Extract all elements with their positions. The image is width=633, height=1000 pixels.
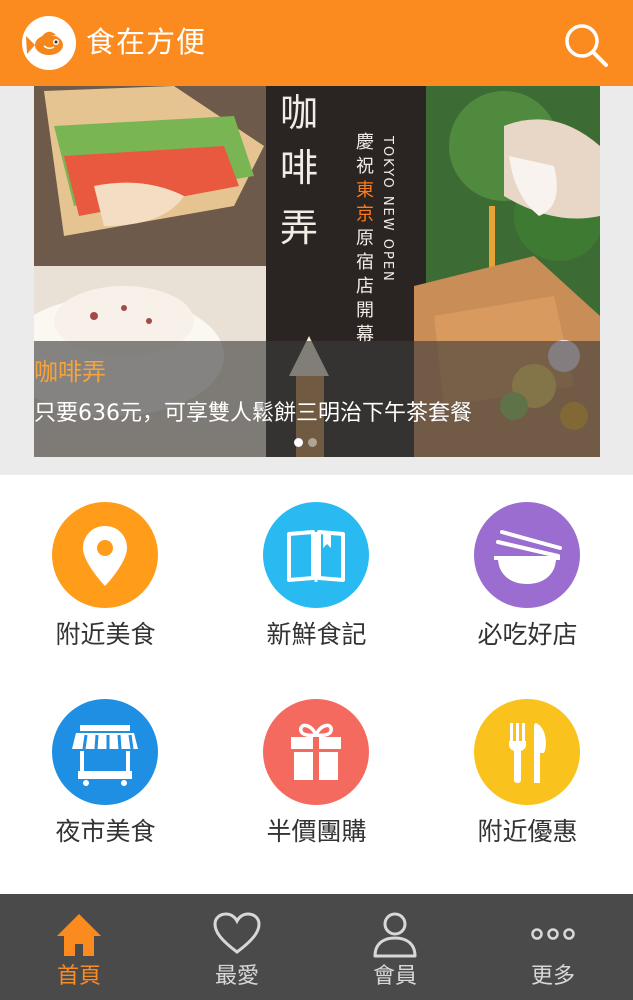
svg-text:開: 開 (356, 300, 374, 321)
banner-brand-text: 咖 (280, 91, 318, 135)
market-stall-icon (52, 699, 158, 805)
menu-item-group-buy[interactable]: 半價團購 (211, 699, 422, 899)
menu-label: 夜市美食 (55, 817, 156, 846)
home-icon (57, 914, 101, 956)
menu-label: 必吃好店 (477, 620, 578, 649)
menu-item-fresh-notes[interactable]: 新鮮食記 (211, 502, 422, 702)
svg-text:慶: 慶 (356, 132, 374, 153)
menu-label: 新鮮食記 (266, 620, 367, 649)
tab-label: 首頁 (56, 964, 101, 989)
feature-grid: 附近美食 新鮮食記 必吃好店 夜市美食 半價團購 附近優惠 (0, 475, 633, 894)
menu-item-nearby-food[interactable]: 附近美食 (0, 502, 211, 702)
user-icon (373, 912, 417, 958)
more-dots-icon (531, 928, 575, 940)
fish-logo-icon[interactable] (22, 16, 76, 70)
menu-label: 附近美食 (55, 620, 156, 649)
svg-text:TOKYO NEW OPEN: TOKYO NEW OPEN (380, 135, 395, 283)
promo-banner[interactable]: 咖 啡 弄 慶 祝 東 京 原 宿 店 開 幕 TOKYO NEW OPEN 咖… (34, 86, 600, 457)
location-pin-icon (52, 502, 158, 608)
gift-icon (263, 699, 369, 805)
fork-knife-icon (474, 699, 580, 805)
banner-title: 咖啡弄 (34, 358, 106, 386)
search-icon (565, 24, 608, 67)
tab-more[interactable]: 更多 (474, 894, 632, 1000)
banner-subtitle: 只要636元，可享雙人鬆餅三明治下午茶套餐 (34, 401, 472, 426)
menu-label: 附近優惠 (477, 817, 578, 846)
svg-text:宿: 宿 (356, 252, 374, 273)
svg-text:弄: 弄 (280, 206, 318, 250)
tab-favorites[interactable]: 最愛 (158, 894, 316, 1000)
svg-text:京: 京 (356, 204, 374, 225)
bowl-chopsticks-icon (474, 502, 580, 608)
app-bar: 食在方便 (0, 0, 633, 86)
pager-dot[interactable] (308, 438, 317, 447)
svg-text:啡: 啡 (280, 146, 318, 190)
tab-label: 會員 (372, 964, 417, 989)
tab-member[interactable]: 會員 (316, 894, 474, 1000)
app-title: 食在方便 (86, 25, 207, 59)
search-button[interactable] (558, 17, 612, 71)
menu-item-nearby-deals[interactable]: 附近優惠 (422, 699, 633, 899)
svg-text:祝: 祝 (356, 156, 374, 177)
menu-item-must-eat[interactable]: 必吃好店 (422, 502, 633, 702)
svg-text:原: 原 (356, 228, 374, 249)
tab-label: 更多 (530, 964, 575, 989)
bottom-tab-bar: 首頁 最愛 會員 更多 (0, 894, 633, 1000)
tab-home[interactable]: 首頁 (0, 894, 158, 1000)
menu-item-night-market[interactable]: 夜市美食 (0, 699, 211, 899)
book-icon (263, 502, 369, 608)
svg-text:店: 店 (356, 276, 374, 297)
tab-label: 最愛 (214, 964, 259, 989)
heart-icon (213, 912, 261, 954)
svg-text:東: 東 (356, 180, 374, 201)
menu-label: 半價團購 (266, 817, 367, 846)
pager-dot[interactable] (294, 438, 303, 447)
